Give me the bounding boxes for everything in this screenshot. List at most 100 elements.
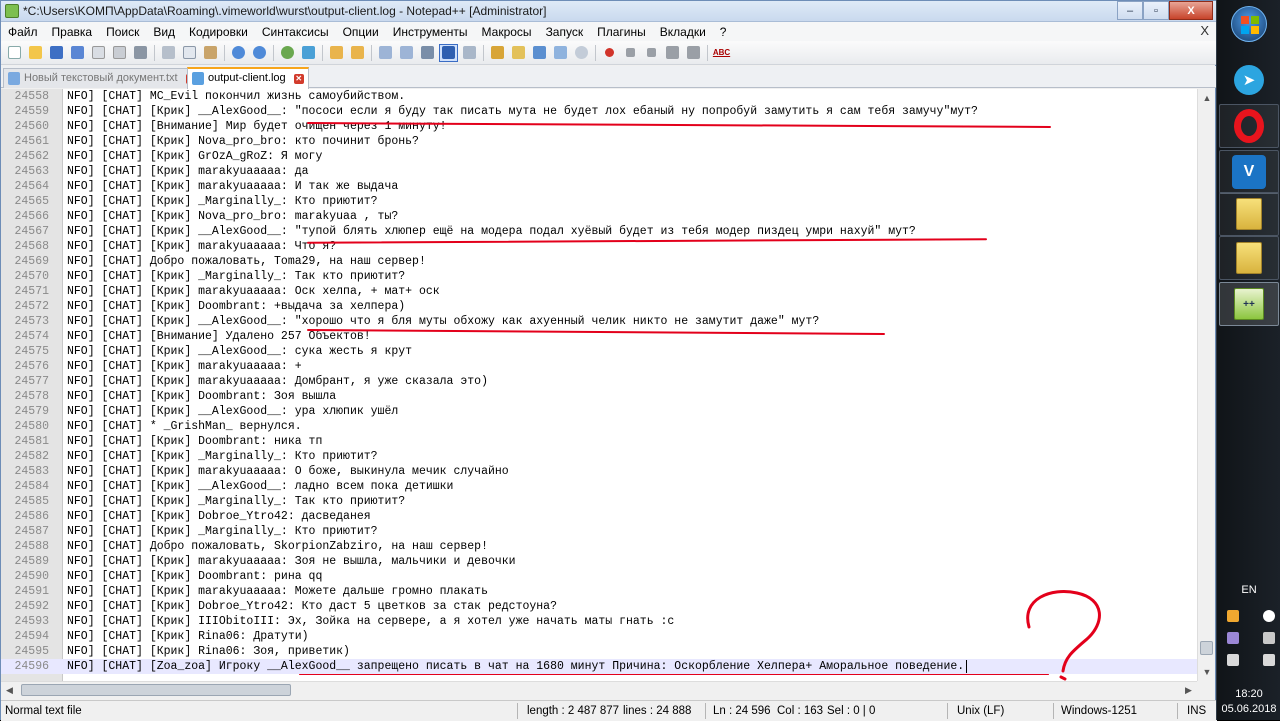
sync-h-icon[interactable]	[397, 44, 416, 62]
paste-icon[interactable]	[201, 44, 220, 62]
menu-syntax[interactable]: Синтаксисы	[255, 25, 336, 39]
lang-icon[interactable]	[488, 44, 507, 62]
save-all-icon[interactable]	[68, 44, 87, 62]
menu-tabs[interactable]: Вкладки	[653, 25, 713, 39]
menu-view[interactable]: Вид	[146, 25, 182, 39]
editor-area[interactable]: 24558 NFO] [CHAT] MC_Evil покончил жизнь …	[1, 89, 1197, 681]
tab-output-client-log[interactable]: output-client.log ✕	[187, 67, 309, 89]
open-file-icon[interactable]	[26, 44, 45, 62]
menu-plugins[interactable]: Плагины	[590, 25, 653, 39]
stop-macro-icon[interactable]	[621, 44, 640, 62]
menu-search[interactable]: Поиск	[99, 25, 146, 39]
clock-time[interactable]: 18:20	[1217, 688, 1280, 700]
scroll-left-icon[interactable]: ◀	[1, 682, 18, 698]
start-button[interactable]	[1231, 6, 1267, 42]
find-icon[interactable]	[278, 44, 297, 62]
editor-line[interactable]: 24595 NFO] [CHAT] [Крик] Rina06: Зоя, при…	[1, 644, 1197, 659]
horizontal-scrollbar[interactable]: ◀ ▶	[1, 681, 1197, 698]
vertical-scroll-thumb[interactable]	[1200, 641, 1213, 655]
show-all-chars-icon[interactable]	[439, 43, 458, 62]
copy-icon[interactable]	[180, 44, 199, 62]
scroll-down-icon[interactable]: ▼	[1198, 663, 1216, 680]
menu-help[interactable]: ?	[713, 25, 734, 39]
editor-line[interactable]: 24591 NFO] [CHAT] [Крик] marakyuaaaaa: Мо…	[1, 584, 1197, 599]
menu-options[interactable]: Опции	[336, 25, 386, 39]
editor-line[interactable]: 24582 NFO] [CHAT] [Крик] _Marginally_: Кт…	[1, 449, 1197, 464]
sync-v-icon[interactable]	[376, 44, 395, 62]
close-icon[interactable]	[89, 44, 108, 62]
editor-line[interactable]: 24565 NFO] [CHAT] [Крик] _Marginally_: Кт…	[1, 194, 1197, 209]
taskbar-vimeworld[interactable]: V	[1219, 150, 1279, 194]
function-list-icon[interactable]	[530, 44, 549, 62]
network-icon[interactable]	[1227, 654, 1239, 666]
menu-edit[interactable]: Правка	[45, 25, 100, 39]
print-icon[interactable]	[131, 44, 150, 62]
scroll-up-icon[interactable]: ▲	[1198, 89, 1216, 106]
editor-line[interactable]: 24559 NFO] [CHAT] [Крик] __AlexGood__: "п…	[1, 104, 1197, 119]
editor-line[interactable]: 24583 NFO] [CHAT] [Крик] marakyuaaaaa: О …	[1, 464, 1197, 479]
word-wrap-icon[interactable]	[418, 44, 437, 62]
editor-line[interactable]: 24569 NFO] [CHAT] Добро пожаловать, Toma2…	[1, 254, 1197, 269]
editor-line[interactable]: 24575 NFO] [CHAT] [Крик] __AlexGood__: су…	[1, 344, 1197, 359]
editor-line[interactable]: 24567 NFO] [CHAT] [Крик] __AlexGood__: "т…	[1, 224, 1197, 239]
maximize-button[interactable]: ▫	[1143, 1, 1169, 20]
spellcheck-icon[interactable]: ABC	[712, 44, 731, 62]
replace-icon[interactable]	[299, 44, 318, 62]
cut-icon[interactable]	[159, 44, 178, 62]
zoom-in-icon[interactable]	[327, 44, 346, 62]
editor-line[interactable]: 24584 NFO] [CHAT] [Крик] __AlexGood__: ла…	[1, 479, 1197, 494]
taskbar-notepadpp[interactable]: ++	[1219, 282, 1279, 326]
menu-run[interactable]: Запуск	[539, 25, 591, 39]
menu-encoding[interactable]: Кодировки	[182, 25, 255, 39]
undo-icon[interactable]	[229, 44, 248, 62]
editor-line[interactable]: 24564 NFO] [CHAT] [Крик] marakyuaaaaa: И …	[1, 179, 1197, 194]
editor-line[interactable]: 24594 NFO] [CHAT] [Крик] Rina06: Дратути)	[1, 629, 1197, 644]
editor-line[interactable]: 24581 NFO] [CHAT] [Крик] Doombrant: ника …	[1, 434, 1197, 449]
editor-line[interactable]: 24593 NFO] [CHAT] [Крик] IIIObitoIII: Эх,…	[1, 614, 1197, 629]
editor-line[interactable]: 24562 NFO] [CHAT] [Крик] GrOzA_gRoZ: Я мо…	[1, 149, 1197, 164]
close-all-icon[interactable]	[110, 44, 129, 62]
editor-line[interactable]: 24586 NFO] [CHAT] [Крик] Dobroe_Ytro42: д…	[1, 509, 1197, 524]
clock-date[interactable]: 05.06.2018	[1217, 703, 1280, 715]
volume-icon[interactable]	[1263, 654, 1275, 666]
tray-app-icon[interactable]	[1227, 610, 1239, 622]
title-bar[interactable]: *C:\Users\KOMП\AppData\Roaming\.vimeworl…	[1, 1, 1217, 22]
taskbar-explorer-1[interactable]	[1219, 192, 1279, 236]
editor-line[interactable]: 24578 NFO] [CHAT] [Крик] Doombrant: Зоя в…	[1, 389, 1197, 404]
taskbar-telegram[interactable]: ➤	[1219, 58, 1279, 102]
editor-line[interactable]: 24589 NFO] [CHAT] [Крик] marakyuaaaaa: Зо…	[1, 554, 1197, 569]
save-macro-icon[interactable]	[684, 44, 703, 62]
editor-line[interactable]: 24590 NFO] [CHAT] [Крик] Doombrant: рина …	[1, 569, 1197, 584]
record-macro-icon[interactable]	[600, 44, 619, 62]
editor-line[interactable]: 24577 NFO] [CHAT] [Крик] marakyuaaaaa: До…	[1, 374, 1197, 389]
tray-arrow-icon[interactable]	[1263, 610, 1275, 622]
monitor-icon[interactable]	[572, 44, 591, 62]
horizontal-scroll-thumb[interactable]	[21, 684, 291, 696]
scroll-right-icon[interactable]: ▶	[1180, 682, 1197, 698]
editor-line[interactable]: 24566 NFO] [CHAT] [Крик] Nova_pro_bro: ma…	[1, 209, 1197, 224]
editor-line[interactable]: 24573 NFO] [CHAT] [Крик] __AlexGood__: "х…	[1, 314, 1197, 329]
redo-icon[interactable]	[250, 44, 269, 62]
editor-line[interactable]: 24580 NFO] [CHAT] * _GrishMan_ вернулся.	[1, 419, 1197, 434]
editor-line[interactable]: 24596 NFO] [CHAT] [Zoa_zoa] Игроку __Alex…	[1, 659, 1197, 674]
editor-line[interactable]: 24570 NFO] [CHAT] [Крик] _Marginally_: Та…	[1, 269, 1197, 284]
taskbar-explorer-2[interactable]	[1219, 236, 1279, 280]
save-icon[interactable]	[47, 44, 66, 62]
close-document-button[interactable]: X	[1200, 23, 1209, 38]
taskbar-opera[interactable]	[1219, 104, 1279, 148]
menu-macros[interactable]: Макросы	[475, 25, 539, 39]
editor-line[interactable]: 24592 NFO] [CHAT] [Крик] Dobroe_Ytro42: К…	[1, 599, 1197, 614]
tray-display-icon[interactable]	[1263, 632, 1275, 644]
language-indicator[interactable]: EN	[1217, 584, 1280, 596]
minimize-button[interactable]: –	[1117, 1, 1143, 20]
editor-line[interactable]: 24587 NFO] [CHAT] [Крик] _Marginally_: Кт…	[1, 524, 1197, 539]
tab-close-icon[interactable]: ✕	[293, 74, 304, 84]
editor-line[interactable]: 24579 NFO] [CHAT] [Крик] __AlexGood__: ур…	[1, 404, 1197, 419]
zoom-out-icon[interactable]	[348, 44, 367, 62]
new-file-icon[interactable]	[5, 44, 24, 62]
menu-file[interactable]: Файл	[1, 25, 45, 39]
editor-line[interactable]: 24561 NFO] [CHAT] [Крик] Nova_pro_bro: кт…	[1, 134, 1197, 149]
tray-pen-icon[interactable]	[1227, 632, 1239, 644]
editor-line[interactable]: 24558 NFO] [CHAT] MC_Evil покончил жизнь …	[1, 89, 1197, 104]
folder-workspace-icon[interactable]	[509, 44, 528, 62]
